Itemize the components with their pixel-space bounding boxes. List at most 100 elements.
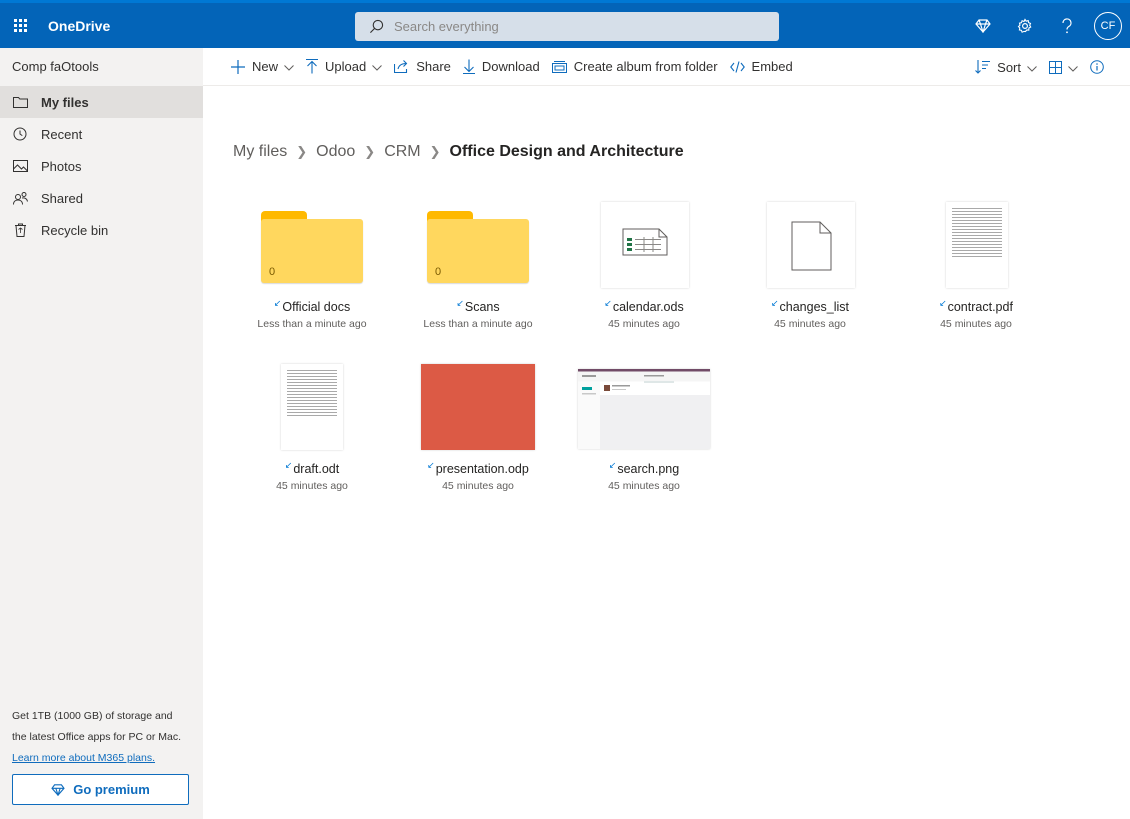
sidebar-item-label: My files	[41, 94, 89, 110]
sidebar-item-label: Recycle bin	[41, 222, 109, 238]
clock-icon	[12, 126, 28, 142]
sync-icon: ↙	[284, 460, 293, 470]
premium-diamond-button[interactable]	[962, 3, 1004, 48]
file-name: presentation.odp	[435, 462, 529, 476]
sync-icon: ↙	[456, 298, 464, 308]
file-name: search.png	[617, 462, 680, 476]
upload-label: Upload	[325, 59, 367, 74]
sidebar-item-label: Shared	[41, 190, 83, 206]
file-name: Scans	[464, 300, 500, 314]
share-button[interactable]: Share	[394, 48, 451, 86]
file-modified: 45 minutes ago	[608, 480, 680, 492]
plus-icon	[231, 59, 245, 74]
chevron-down-icon	[1068, 60, 1078, 75]
chevron-right-icon: ❯	[429, 144, 441, 159]
sync-icon: ↙	[770, 298, 779, 308]
file-name: Official docs	[282, 300, 351, 314]
waffle-icon	[13, 19, 27, 32]
generic-file-icon	[767, 202, 855, 288]
search-icon	[370, 19, 384, 33]
embed-button[interactable]: Embed	[729, 48, 793, 86]
sort-icon	[975, 60, 991, 74]
breadcrumb-item-odoo[interactable]: Odoo	[316, 143, 355, 161]
breadcrumb-current-folder: Office Design and Architecture	[449, 143, 684, 160]
breadcrumb-item-crm[interactable]: CRM	[384, 143, 420, 161]
embed-icon	[729, 60, 745, 73]
chevron-down-icon	[284, 59, 294, 74]
file-modified: 45 minutes ago	[608, 318, 680, 330]
share-label: Share	[416, 59, 451, 74]
learn-more-link[interactable]: Learn more about M365 plans.	[12, 752, 155, 764]
sort-button[interactable]: Sort	[975, 48, 1037, 86]
gear-icon	[1017, 17, 1032, 33]
command-bar: New Upload Share Download Create album f…	[203, 48, 1130, 86]
folder-icon	[12, 94, 28, 110]
folder-item-count: 0	[435, 266, 442, 278]
file-modified: 45 minutes ago	[442, 480, 514, 492]
chevron-down-icon	[372, 59, 383, 74]
sync-icon: ↙	[273, 298, 282, 308]
go-premium-button[interactable]: Go premium	[12, 774, 189, 805]
app-title[interactable]: OneDrive	[48, 18, 110, 34]
file-name: changes_list	[779, 300, 850, 314]
sidebar-item-recent[interactable]: Recent	[0, 118, 203, 150]
folder-item-count: 0	[269, 266, 276, 278]
create-album-button[interactable]: Create album from folder	[551, 48, 718, 86]
go-premium-label: Go premium	[73, 782, 150, 797]
file-modified: 45 minutes ago	[774, 318, 846, 330]
upload-button[interactable]: Upload	[306, 48, 383, 86]
file-name: contract.pdf	[947, 300, 1013, 314]
new-button[interactable]: New	[231, 48, 294, 86]
download-icon	[462, 59, 475, 74]
sync-icon: ↙	[427, 460, 435, 470]
search-placeholder: Search everything	[394, 19, 499, 34]
file-modified: 45 minutes ago	[940, 318, 1012, 330]
sync-icon: ↙	[939, 298, 947, 308]
document-preview	[281, 364, 343, 450]
diamond-icon	[51, 783, 65, 796]
breadcrumb-item-my-files[interactable]: My files	[233, 143, 287, 161]
upload-icon	[306, 59, 319, 74]
download-label: Download	[481, 59, 540, 74]
app-launcher-button[interactable]	[0, 3, 40, 48]
tenant-name: Comp faOtools	[12, 59, 99, 74]
details-pane-button[interactable]	[1090, 48, 1104, 86]
embed-label: Embed	[751, 59, 793, 74]
create-album-label: Create album from folder	[573, 59, 718, 74]
top-bar: OneDrive Search everything CF	[0, 0, 1130, 48]
share-icon	[394, 60, 409, 73]
avatar: CF	[1094, 11, 1122, 40]
file-modified: Less than a minute ago	[257, 318, 367, 330]
help-button[interactable]	[1046, 3, 1088, 48]
recycle-bin-icon	[12, 222, 28, 238]
chevron-right-icon: ❯	[364, 144, 376, 159]
download-button[interactable]: Download	[462, 48, 540, 86]
pdf-preview	[946, 202, 1008, 288]
new-label: New	[252, 59, 279, 74]
chevron-down-icon	[1027, 60, 1037, 75]
sidebar-item-photos[interactable]: Photos	[0, 150, 203, 182]
help-icon	[1062, 17, 1072, 33]
image-preview	[578, 369, 710, 449]
people-icon	[12, 190, 28, 206]
grid-view-icon	[1049, 60, 1062, 74]
sidebar-item-shared[interactable]: Shared	[0, 182, 203, 214]
sidebar-item-my-files[interactable]: My files	[0, 86, 203, 118]
settings-button[interactable]	[1004, 3, 1046, 48]
sync-icon: ↙	[604, 298, 612, 308]
promo-text-1: Get 1TB (1000 GB) of storage and	[12, 710, 173, 722]
account-button[interactable]: CF	[1088, 3, 1130, 48]
breadcrumb: My files ❯ Odoo ❯ CRM ❯ Office Design an…	[233, 143, 684, 161]
file-modified: 45 minutes ago	[276, 480, 348, 492]
sidebar-item-recycle-bin[interactable]: Recycle bin	[0, 214, 203, 246]
info-icon	[1090, 60, 1104, 74]
folder-icon: 0	[427, 211, 529, 283]
file-name: draft.odt	[293, 462, 340, 476]
sidebar-item-label: Photos	[41, 158, 82, 174]
view-options-button[interactable]	[1049, 48, 1078, 86]
promo-text-2: the latest Office apps for PC or Mac.	[12, 731, 182, 743]
search-input[interactable]: Search everything	[355, 12, 779, 41]
sort-label: Sort	[997, 59, 1021, 75]
premium-promo: Get 1TB (1000 GB) of storage and the lat…	[12, 706, 192, 769]
folder-icon: 0	[261, 211, 363, 283]
